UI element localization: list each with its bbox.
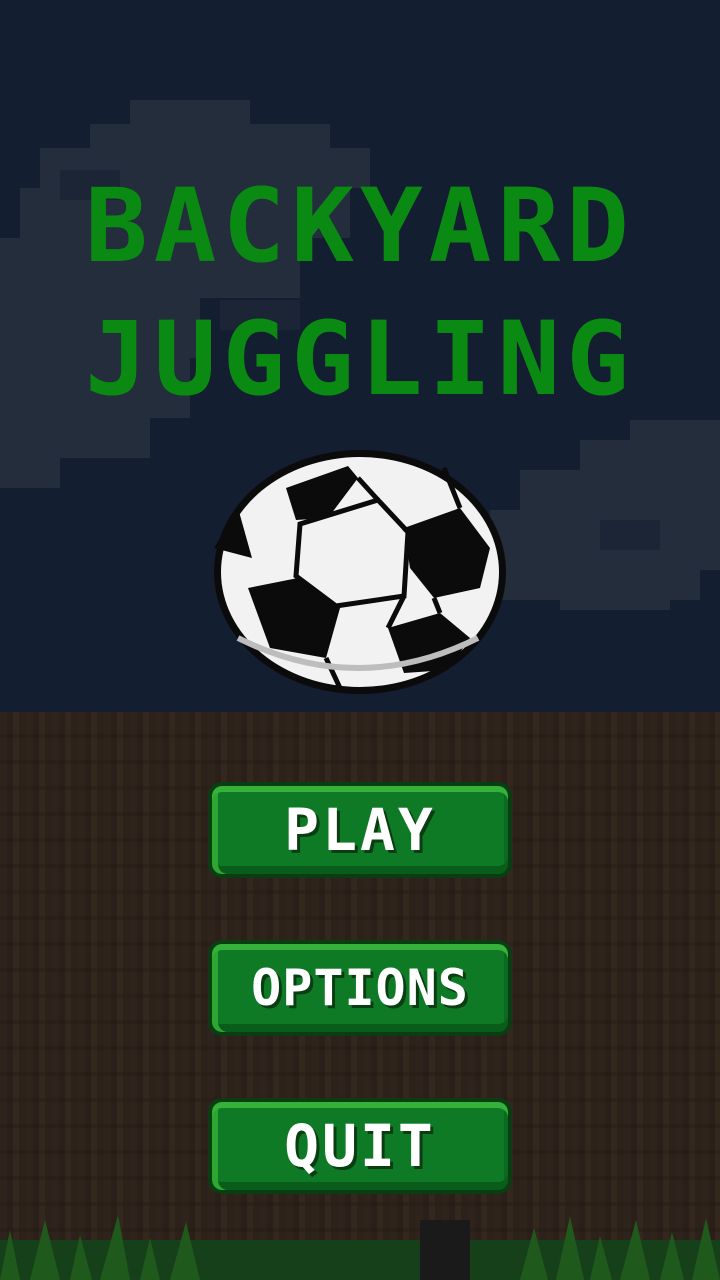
options-button-label: OPTIONS — [251, 959, 469, 1017]
quit-button[interactable]: QUIT — [208, 1098, 512, 1194]
game-title-line-1: BACKYARD — [84, 167, 636, 286]
play-button-label: PLAY — [284, 796, 436, 864]
quit-button-label: QUIT — [284, 1112, 436, 1180]
options-button[interactable]: OPTIONS — [208, 940, 512, 1036]
play-button[interactable]: PLAY — [208, 782, 512, 878]
main-menu-screen: BACKYARD JUGGLING PLAY OPTIONS QUIT — [0, 0, 720, 1280]
grass-strip — [0, 1215, 720, 1280]
game-title-line-2: JUGGLING — [84, 300, 636, 419]
soccer-ball-icon — [214, 450, 506, 694]
